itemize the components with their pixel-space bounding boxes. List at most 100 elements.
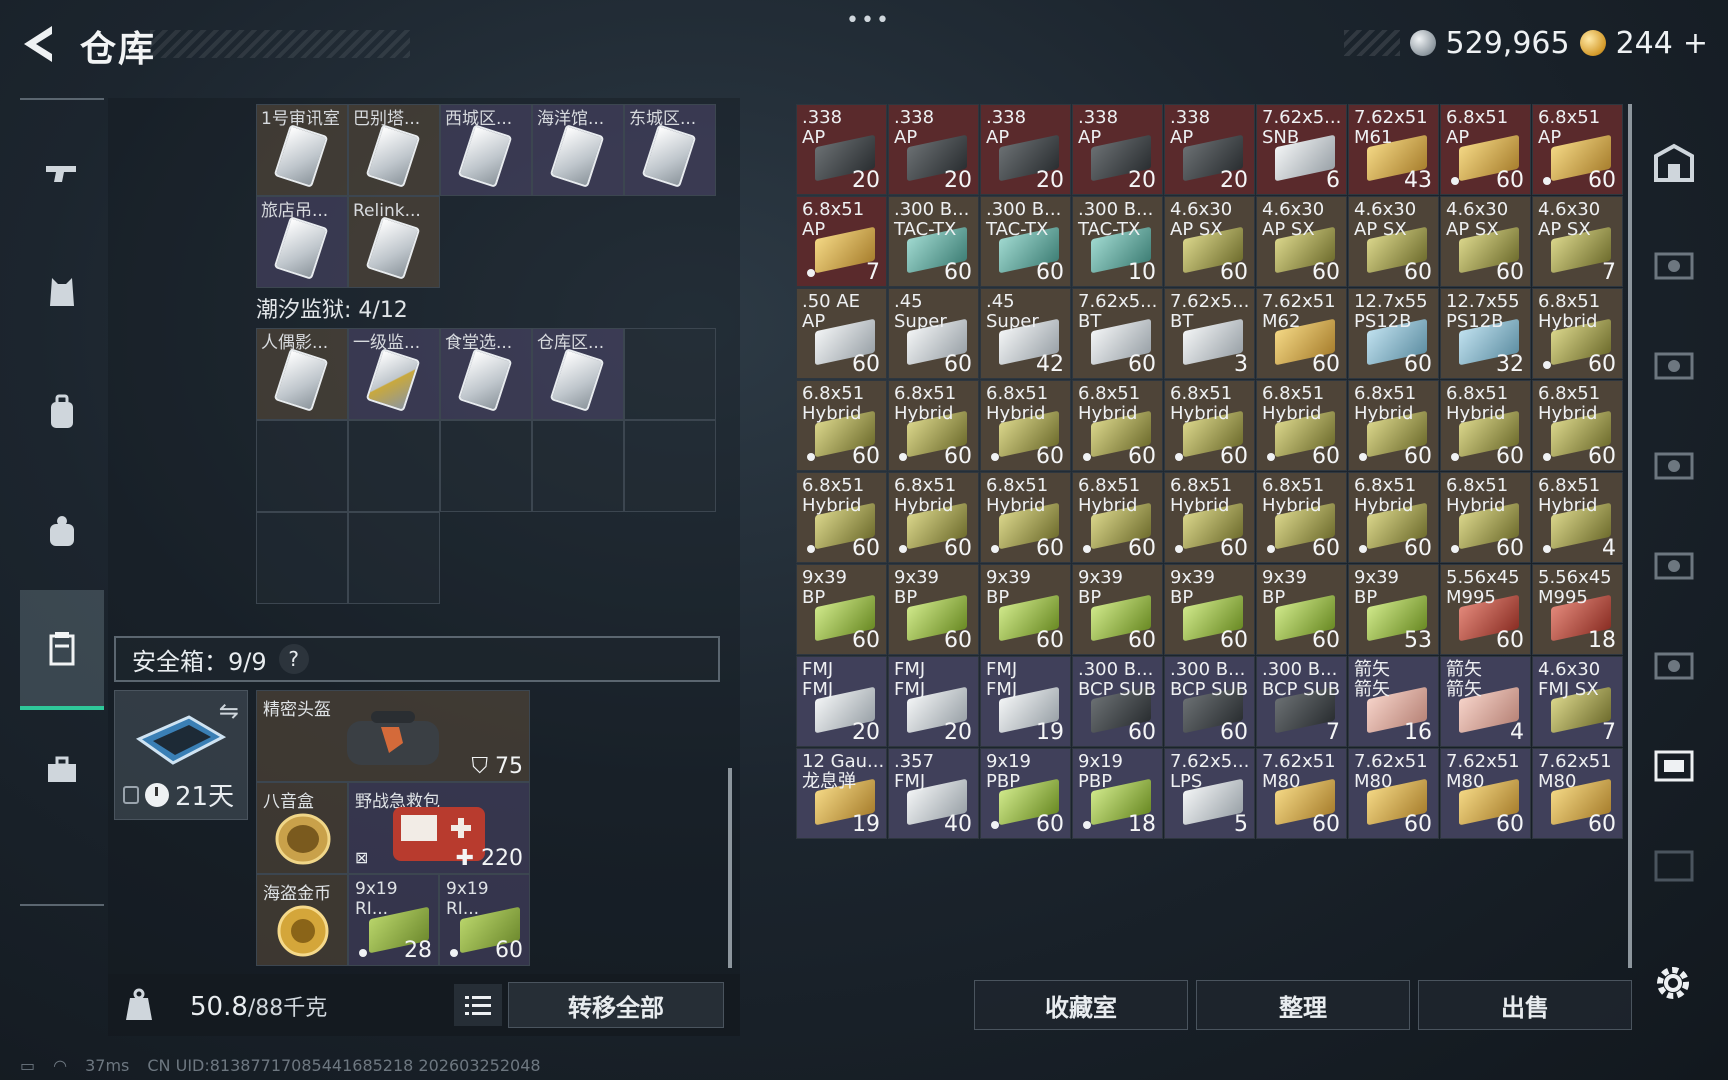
empty-slot[interactable]	[532, 420, 624, 512]
ammo-item[interactable]: 7.62x51 M61 43	[1348, 104, 1439, 195]
ammo-item[interactable]: .338 AP 20	[1072, 104, 1163, 195]
ammo-item[interactable]: 6.8x51 Hybrid 60	[1348, 380, 1439, 471]
ammo-item[interactable]: 4.6x30 AP SX 7	[1532, 196, 1623, 287]
stash-tab-3[interactable]	[1650, 340, 1698, 388]
ammo-item[interactable]: 箭矢 箭矢 16	[1348, 656, 1439, 747]
stash-tab-7[interactable]	[1650, 740, 1698, 788]
keycard-item[interactable]: 仓库区...	[532, 328, 624, 420]
ammo-item[interactable]: .338 AP 20	[796, 104, 887, 195]
medkit-item[interactable]: 野战急救包 ⊠ ✚ 220	[348, 782, 530, 874]
keycard-item[interactable]: 东城区...	[624, 104, 716, 196]
ammo-item[interactable]: 6.8x51 Hybrid 60	[1440, 380, 1531, 471]
ammo-item[interactable]: 5.56x45 M995 18	[1532, 564, 1623, 655]
ammo-item[interactable]: 6.8x51 Hybrid 60	[1164, 472, 1255, 563]
ammo-item[interactable]: 12.7x55 PS12B 60	[1348, 288, 1439, 379]
stash-tab-6[interactable]	[1650, 640, 1698, 688]
ammo-item[interactable]: 6.8x51 Hybrid 4	[1532, 472, 1623, 563]
ammo-item[interactable]: 9x19 RI... 28	[348, 874, 439, 966]
ammo-item[interactable]: 6.8x51 Hybrid 60	[980, 380, 1071, 471]
keycard-item[interactable]: 海洋馆...	[532, 104, 624, 196]
ammo-item[interactable]: 6.8x51 Hybrid 60	[1072, 380, 1163, 471]
ammo-item[interactable]: 4.6x30 AP SX 60	[1256, 196, 1347, 287]
sell-button[interactable]: 出售	[1418, 980, 1632, 1030]
ammo-item[interactable]: 6.8x51 AP 7	[796, 196, 887, 287]
ammo-item[interactable]: .45 Super 60	[888, 288, 979, 379]
ammo-item[interactable]: .300 B... TAC-TX 60	[888, 196, 979, 287]
ammo-item[interactable]: .338 AP 20	[1164, 104, 1255, 195]
keycard-item[interactable]: 一级监...	[348, 328, 440, 420]
ammo-item[interactable]: 9x19 PBP 60	[980, 748, 1071, 839]
stash-tab-4[interactable]	[1650, 440, 1698, 488]
ammo-item[interactable]: FMJ FMJ 20	[888, 656, 979, 747]
ammo-item[interactable]: .45 Super 42	[980, 288, 1071, 379]
help-button[interactable]: ?	[278, 644, 309, 674]
stash-tab-2[interactable]	[1650, 240, 1698, 288]
ammo-item[interactable]: 5.56x45 M995 60	[1440, 564, 1531, 655]
keycard-item[interactable]: 巴别塔...	[348, 104, 440, 196]
empty-slot[interactable]	[440, 420, 532, 512]
music-box-item[interactable]: 八音盒	[256, 782, 348, 874]
ammo-item[interactable]: 6.8x51 Hybrid 60	[1256, 472, 1347, 563]
ammo-item[interactable]: 7.62x51 M80 60	[1348, 748, 1439, 839]
keycard-item[interactable]: 食堂选...	[440, 328, 532, 420]
sidebar-item-rig[interactable]	[20, 472, 104, 592]
ammo-item[interactable]: 12 Gau... 龙息弹 19	[796, 748, 887, 839]
ammo-item[interactable]: FMJ FMJ 19	[980, 656, 1071, 747]
ammo-item[interactable]: 9x39 BP 60	[796, 564, 887, 655]
swap-icon[interactable]: ⇋	[219, 697, 239, 725]
ammo-item[interactable]: .300 B... BCP SUB 60	[1164, 656, 1255, 747]
empty-slot[interactable]	[348, 420, 440, 512]
ammo-item[interactable]: 6.8x51 Hybrid 60	[980, 472, 1071, 563]
ammo-item[interactable]: .300 B... TAC-TX 10	[1072, 196, 1163, 287]
back-button[interactable]	[18, 22, 58, 66]
sidebar-item-case[interactable]	[20, 710, 104, 830]
sidebar-item-stash[interactable]	[20, 590, 104, 710]
sidebar-item-weapons[interactable]	[20, 112, 104, 232]
ammo-item[interactable]: .300 B... TAC-TX 60	[980, 196, 1071, 287]
ammo-item[interactable]: 6.8x51 Hybrid 60	[888, 472, 979, 563]
ammo-item[interactable]: 6.8x51 Hybrid 60	[888, 380, 979, 471]
ammo-item[interactable]: FMJ FMJ 20	[796, 656, 887, 747]
stash-scrollbar[interactable]	[1628, 104, 1632, 968]
ammo-item[interactable]: 6.8x51 Hybrid 60	[1256, 380, 1347, 471]
stash-tab-5[interactable]	[1650, 540, 1698, 588]
ammo-item[interactable]: 6.8x51 Hybrid 60	[796, 472, 887, 563]
sidebar-item-backpack[interactable]	[20, 352, 104, 472]
ammo-item[interactable]: 6.8x51 AP 60	[1440, 104, 1531, 195]
list-view-button[interactable]	[454, 984, 502, 1026]
ammo-item[interactable]: 9x39 BP 60	[980, 564, 1071, 655]
empty-slot[interactable]	[624, 328, 716, 420]
ammo-item[interactable]: 9x39 BP 53	[1348, 564, 1439, 655]
ammo-item[interactable]: 6.8x51 Hybrid 60	[1532, 288, 1623, 379]
keycard-item[interactable]: 旅店吊...	[256, 196, 348, 288]
more-menu-button[interactable]: •••	[846, 8, 891, 33]
transfer-all-button[interactable]: 转移全部	[508, 982, 724, 1028]
ammo-item[interactable]: 6.8x51 Hybrid 60	[1532, 380, 1623, 471]
ammo-item[interactable]: .300 B... BCP SUB 60	[1072, 656, 1163, 747]
sidebar-item-armor[interactable]	[20, 232, 104, 352]
ammo-item[interactable]: 6.8x51 Hybrid 60	[1440, 472, 1531, 563]
ammo-item[interactable]: 7.62x5... SNB 6	[1256, 104, 1347, 195]
ammo-item[interactable]: 4.6x30 AP SX 60	[1348, 196, 1439, 287]
empty-slot[interactable]	[256, 420, 348, 512]
ammo-item[interactable]: 7.62x5... BT 60	[1072, 288, 1163, 379]
ammo-item[interactable]: 4.6x30 AP SX 60	[1440, 196, 1531, 287]
ammo-item[interactable]: 6.8x51 Hybrid 60	[1164, 380, 1255, 471]
stash-tab-8[interactable]	[1650, 840, 1698, 888]
ammo-item[interactable]: 6.8x51 Hybrid 60	[1348, 472, 1439, 563]
empty-slot[interactable]	[624, 420, 716, 512]
ammo-item[interactable]: 9x39 BP 60	[1256, 564, 1347, 655]
organize-button[interactable]: 整理	[1196, 980, 1410, 1030]
ammo-item[interactable]: 9x39 BP 60	[1072, 564, 1163, 655]
keycard-item[interactable]: 人偶影...	[256, 328, 348, 420]
ammo-item[interactable]: .338 AP 20	[888, 104, 979, 195]
ammo-item[interactable]: 6.8x51 Hybrid 60	[796, 380, 887, 471]
ammo-item[interactable]: 9x39 BP 60	[888, 564, 979, 655]
pirate-coin-item[interactable]: 海盗金币	[256, 874, 348, 966]
ammo-item[interactable]: 4.6x30 FMJ SX 7	[1532, 656, 1623, 747]
keycard-item[interactable]: Relink...	[348, 196, 440, 288]
add-currency-button[interactable]: +	[1683, 26, 1708, 61]
ammo-item[interactable]: .338 AP 20	[980, 104, 1071, 195]
ammo-item[interactable]: 箭矢 箭矢 4	[1440, 656, 1531, 747]
ammo-item[interactable]: 7.62x5... LPS 5	[1164, 748, 1255, 839]
